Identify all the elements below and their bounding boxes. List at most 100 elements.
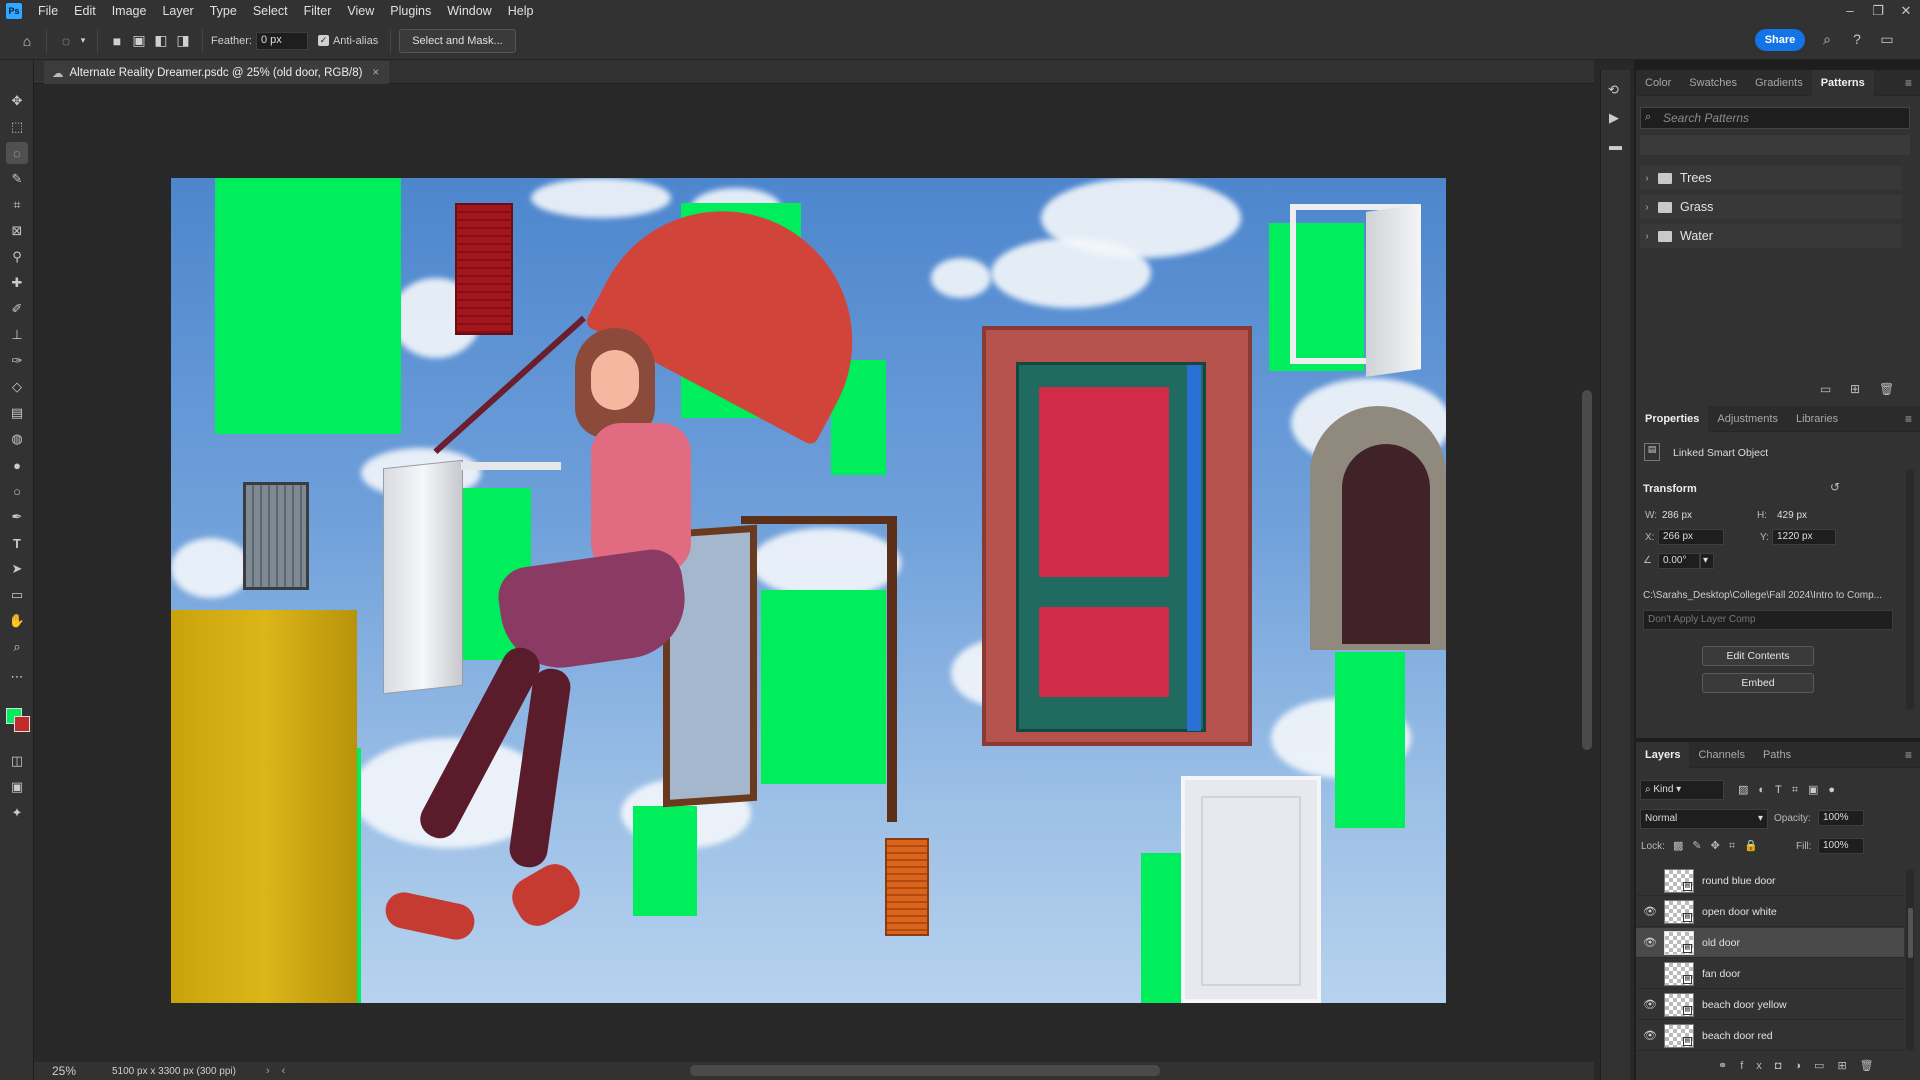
layer-filter-kind[interactable]: ⌕ Kind ▾ — [1640, 780, 1724, 800]
menu-window[interactable]: Window — [439, 4, 499, 18]
menu-plugins[interactable]: Plugins — [382, 4, 439, 18]
menu-image[interactable]: Image — [104, 4, 155, 18]
layers-scroll-thumb[interactable] — [1908, 908, 1913, 958]
zoom-lens-icon[interactable]: ○ — [6, 480, 28, 502]
quick-select-tool-icon[interactable]: ✎ — [6, 168, 28, 190]
new-selection-icon[interactable]: ■ — [106, 30, 128, 52]
layer-comp-dropdown[interactable]: Don't Apply Layer Comp — [1643, 610, 1893, 630]
tab-color[interactable]: Color — [1636, 70, 1680, 96]
blend-mode-dropdown[interactable]: Normal ▾ — [1640, 809, 1768, 829]
y-position-input[interactable]: 1220 px — [1772, 529, 1836, 545]
workspace-icon[interactable]: ▭ — [1878, 31, 1896, 49]
rectangle-tool-icon[interactable]: ▭ — [6, 584, 28, 606]
brush-tool-icon[interactable]: ✐ — [6, 298, 28, 320]
lasso-tool-icon[interactable]: ◌ — [6, 142, 28, 164]
background-color-swatch[interactable] — [14, 716, 30, 732]
eye-icon[interactable]: 👁 — [1636, 905, 1664, 918]
menu-select[interactable]: Select — [245, 4, 296, 18]
menu-edit[interactable]: Edit — [66, 4, 104, 18]
reset-transform-icon[interactable]: ↺ — [1830, 480, 1840, 494]
new-group-icon[interactable]: ▭ — [1820, 382, 1831, 396]
pattern-folder-trees[interactable]: › Trees — [1640, 166, 1902, 190]
chevron-right-icon[interactable]: › — [1640, 231, 1654, 242]
frame-tool-icon[interactable]: ⊠ — [6, 220, 28, 242]
edit-contents-button[interactable]: Edit Contents — [1702, 646, 1814, 666]
eye-icon[interactable]: 👁 — [1636, 936, 1664, 949]
layer-filter-icons[interactable]: ▨◐T⌗▣● — [1738, 783, 1845, 797]
search-patterns-input[interactable]: Search Patterns — [1640, 107, 1910, 129]
crop-tool-icon[interactable]: ⌗ — [6, 194, 28, 216]
menu-type[interactable]: Type — [202, 4, 245, 18]
subtract-selection-icon[interactable]: ◧ — [150, 30, 172, 52]
tab-adjustments[interactable]: Adjustments — [1708, 406, 1787, 432]
close-button[interactable]: ✕ — [1892, 0, 1920, 22]
chevron-right-icon[interactable]: › — [1640, 173, 1654, 184]
chevron-right-icon[interactable]: › — [1640, 202, 1654, 213]
angle-dropdown[interactable]: ▾ — [1700, 553, 1714, 569]
menu-layer[interactable]: Layer — [154, 4, 201, 18]
tab-properties[interactable]: Properties — [1636, 405, 1709, 432]
pattern-folder-grass[interactable]: › Grass — [1640, 195, 1902, 219]
move-tool-icon[interactable]: ✥ — [6, 90, 28, 112]
delete-icon[interactable]: 🗑 — [1879, 382, 1894, 396]
antialias-checkbox[interactable]: ✓ — [317, 35, 329, 46]
width-value[interactable]: 286 px — [1662, 510, 1692, 521]
close-tab-icon[interactable]: × — [372, 67, 379, 79]
zoom-tool-icon[interactable]: ⌕ — [6, 636, 28, 658]
eye-icon[interactable]: 👁 — [1636, 1029, 1664, 1042]
history-icon[interactable]: ⟲ — [1608, 82, 1619, 98]
document-canvas[interactable] — [171, 178, 1446, 1003]
opacity-input[interactable]: 100% — [1818, 810, 1864, 826]
more-tools-icon[interactable]: ⋯ — [6, 666, 28, 688]
new-pattern-icon[interactable]: ⊞ — [1850, 382, 1860, 396]
actions-play-icon[interactable]: ▶ — [1609, 110, 1619, 126]
gradient-tool-icon[interactable]: ▤ — [6, 402, 28, 424]
layer-row[interactable]: 👁 ▤ open door white — [1636, 897, 1904, 927]
screen-mode-icon[interactable]: ▣ — [6, 776, 28, 798]
layer-row[interactable]: 👁 ▤ beach door yellow — [1636, 990, 1904, 1020]
panel-menu-icon[interactable]: ≡ — [1905, 412, 1912, 426]
tab-patterns[interactable]: Patterns — [1811, 69, 1874, 96]
height-value[interactable]: 429 px — [1777, 510, 1807, 521]
chevron-right-icon[interactable]: › — [266, 1065, 270, 1077]
marquee-tool-icon[interactable]: ⬚ — [6, 116, 28, 138]
layers-scrollbar[interactable] — [1906, 870, 1914, 1050]
eyedropper-tool-icon[interactable]: ⚲ — [6, 246, 28, 268]
x-position-input[interactable]: 266 px — [1658, 529, 1724, 545]
eraser-tool-icon[interactable]: ◇ — [6, 376, 28, 398]
menu-view[interactable]: View — [339, 4, 382, 18]
lasso-preset-icon[interactable]: ◌ — [55, 30, 77, 52]
layer-row[interactable]: 👁 ▤ beach door red — [1636, 1021, 1904, 1051]
layer-row[interactable]: ▤ fan door — [1636, 959, 1904, 989]
home-icon[interactable]: ⌂ — [16, 30, 38, 52]
comments-icon[interactable]: ▬ — [1609, 138, 1622, 153]
fill-input[interactable]: 100% — [1818, 838, 1864, 854]
healing-brush-icon[interactable]: ✚ — [6, 272, 28, 294]
tab-paths[interactable]: Paths — [1754, 742, 1800, 768]
restore-button[interactable]: ❐ — [1864, 0, 1892, 22]
layer-row[interactable]: ▤ round blue door — [1636, 866, 1904, 896]
pattern-preview-slider[interactable] — [1640, 135, 1910, 155]
minimize-button[interactable]: – — [1836, 0, 1864, 22]
layer-row-selected[interactable]: 👁 ▤ old door — [1636, 928, 1904, 958]
dodge-tool-icon[interactable]: ● — [6, 454, 28, 476]
pattern-folder-water[interactable]: › Water — [1640, 224, 1902, 248]
menu-filter[interactable]: Filter — [296, 4, 340, 18]
tab-gradients[interactable]: Gradients — [1746, 70, 1812, 96]
tab-channels[interactable]: Channels — [1689, 742, 1753, 768]
properties-scrollbar[interactable] — [1906, 470, 1914, 710]
embed-button[interactable]: Embed — [1702, 673, 1814, 693]
search-icon[interactable]: ⌕ — [1818, 31, 1836, 49]
history-brush-icon[interactable]: ✑ — [6, 350, 28, 372]
horizontal-scroll-thumb[interactable] — [690, 1065, 1160, 1076]
layer-action-icons[interactable]: ⚭fx◘◑▭⊞🗑 — [1718, 1059, 1887, 1072]
panel-menu-icon[interactable]: ≡ — [1905, 748, 1912, 762]
path-select-tool-icon[interactable]: ➤ — [6, 558, 28, 580]
stamp-tool-icon[interactable]: ⊥ — [6, 324, 28, 346]
intersect-selection-icon[interactable]: ◨ — [172, 30, 194, 52]
tab-swatches[interactable]: Swatches — [1680, 70, 1746, 96]
type-tool-icon[interactable]: T — [6, 532, 28, 554]
pen-tool-icon[interactable]: ✒ — [6, 506, 28, 528]
blur-tool-icon[interactable]: ◍ — [6, 428, 28, 450]
document-tab[interactable]: ☁ Alternate Reality Dreamer.psdc @ 25% (… — [44, 61, 390, 84]
